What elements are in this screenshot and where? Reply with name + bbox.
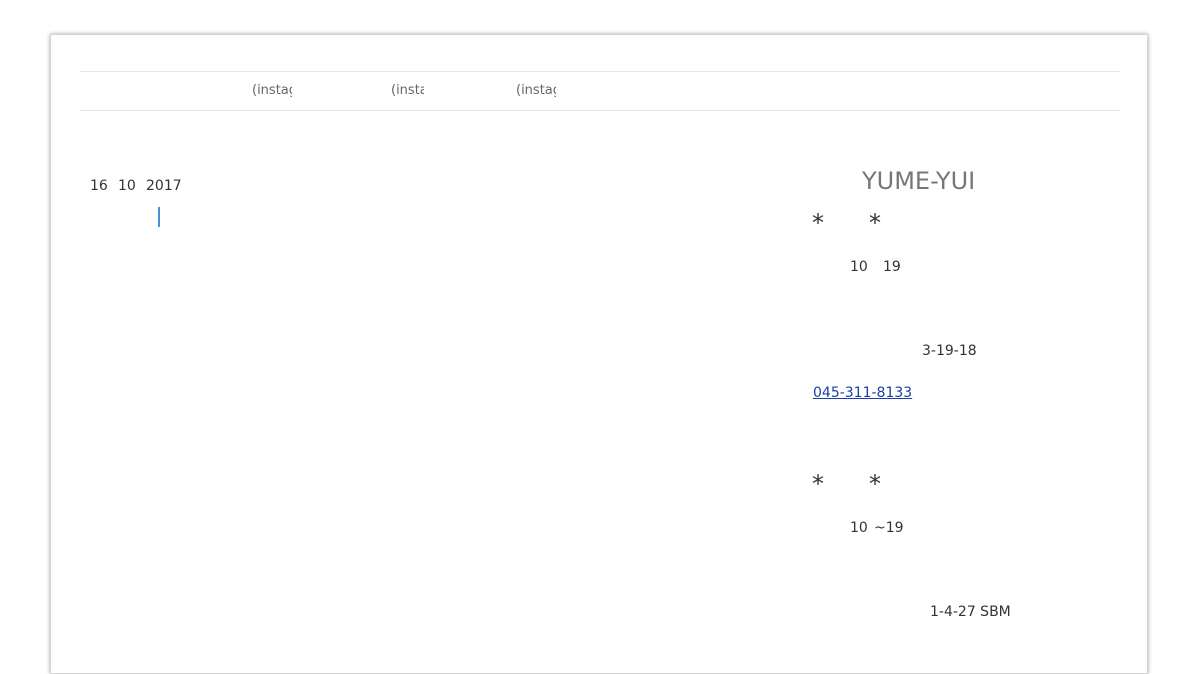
phone-link[interactable]: 045-311-8133 xyxy=(813,384,912,402)
star-right-1: * xyxy=(869,209,881,237)
text-cursor xyxy=(158,207,160,227)
hours-end-1: 19 xyxy=(883,259,901,275)
post-date-month: 10 xyxy=(118,178,136,194)
address-2: 1-4-27 SBM xyxy=(930,604,1011,620)
nav-divider-bottom xyxy=(80,110,1120,111)
nav-item-instagram-1[interactable]: (instagram) xyxy=(252,82,292,100)
hours-end-2: ~19 xyxy=(874,520,904,536)
star-left-1: * xyxy=(812,209,824,237)
post-date-year: 2017 xyxy=(146,178,182,194)
hours-start-2: 10 xyxy=(850,520,868,536)
nav-item-instagram-2[interactable]: (instagram) xyxy=(391,82,424,100)
star-right-2: * xyxy=(869,470,881,498)
address-1: 3-19-18 xyxy=(922,343,977,359)
nav-item-instagram-3[interactable]: (instagram) xyxy=(516,82,556,100)
post-date-day: 16 xyxy=(90,178,108,194)
star-left-2: * xyxy=(812,470,824,498)
nav-divider-top xyxy=(80,71,1120,72)
shop-title: YUME-YUI xyxy=(862,167,976,195)
page-frame xyxy=(50,34,1148,674)
hours-start-1: 10 xyxy=(850,259,868,275)
